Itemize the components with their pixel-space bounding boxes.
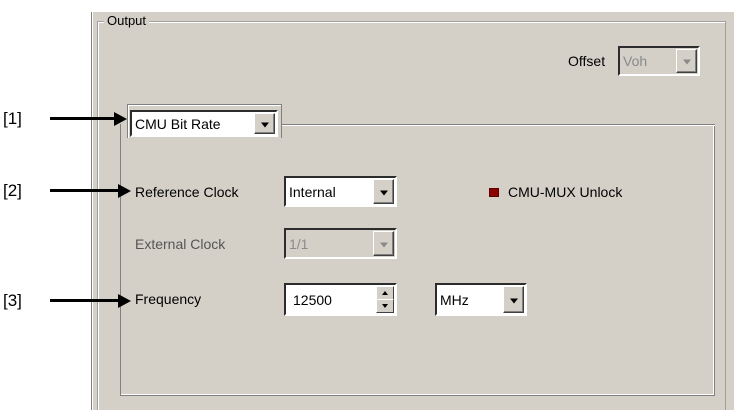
callout-1: [1] (3, 109, 22, 128)
external-clock-label: External Clock (135, 236, 226, 252)
frequency-unit-dropdown[interactable]: MHz (435, 283, 527, 316)
frequency-decrement-button[interactable] (376, 299, 394, 313)
chevron-down-icon (260, 122, 269, 127)
callout-1-arrow-line (50, 117, 115, 120)
chevron-down-icon (382, 304, 388, 308)
frequency-spinner[interactable]: 12500 (284, 283, 397, 316)
reference-clock-dropdown[interactable]: Internal (284, 176, 397, 207)
frequency-label: Frequency (135, 291, 202, 307)
callout-1-arrow-icon (114, 112, 127, 126)
chevron-down-icon (379, 190, 388, 195)
external-clock-dropdown-button[interactable] (373, 231, 394, 256)
mode-value: CMU Bit Rate (135, 115, 221, 132)
chevron-down-icon (509, 298, 518, 303)
callout-3-arrow-icon (118, 294, 131, 308)
external-clock-dropdown[interactable]: 1/1 (284, 228, 397, 259)
reference-clock-value: Internal (289, 183, 336, 200)
reference-clock-label: Reference Clock (135, 184, 239, 200)
cmu-settings-panel (120, 124, 715, 396)
callout-2: [2] (3, 181, 22, 200)
external-clock-value: 1/1 (289, 235, 309, 252)
frequency-increment-button[interactable] (376, 286, 394, 300)
cmu-mux-unlock-led-icon (489, 188, 499, 197)
panel-divider-highlight (92, 12, 93, 410)
callout-3: [3] (3, 291, 22, 310)
reference-clock-dropdown-button[interactable] (373, 179, 394, 204)
offset-dropdown[interactable]: Voh (618, 46, 700, 76)
callout-2-arrow-line (50, 189, 120, 192)
mode-dropdown[interactable]: CMU Bit Rate (130, 110, 278, 137)
frequency-unit-value: MHz (440, 291, 469, 308)
frequency-unit-dropdown-button[interactable] (503, 286, 524, 313)
offset-label: Offset (568, 53, 606, 69)
output-group-legend: Output (104, 13, 150, 29)
mode-dropdown-button[interactable] (254, 113, 275, 134)
cmu-settings-panel-top-edge (282, 124, 715, 126)
cmu-mux-unlock-label: CMU-MUX Unlock (508, 184, 623, 200)
offset-value: Voh (623, 53, 648, 69)
chevron-down-icon (379, 242, 388, 247)
callout-3-arrow-line (50, 299, 120, 302)
frequency-value[interactable]: 12500 (293, 292, 332, 308)
chevron-down-icon (682, 59, 691, 65)
chevron-up-icon (382, 291, 388, 295)
callout-2-arrow-icon (118, 184, 131, 198)
offset-dropdown-button[interactable] (676, 49, 697, 73)
